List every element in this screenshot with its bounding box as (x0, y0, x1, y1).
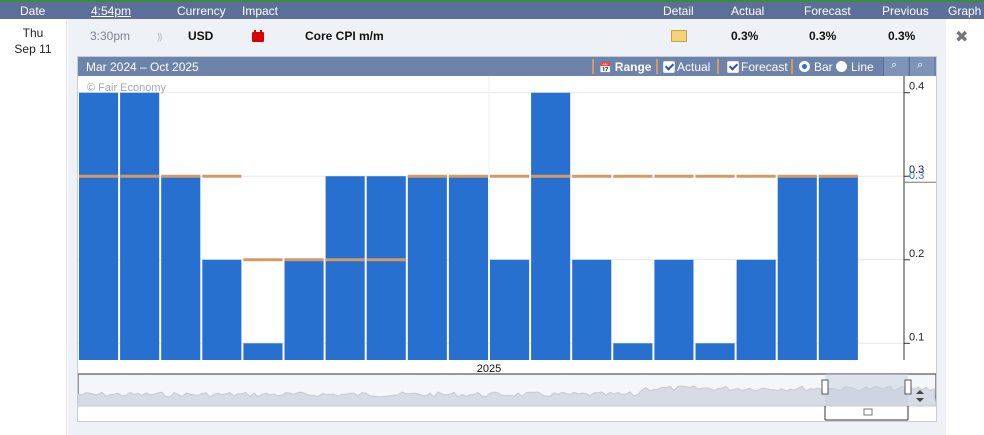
chart-panel: Mar 2024 – Oct 2025 📅 Range Actual Forec… (77, 56, 937, 422)
bar-actual (202, 259, 242, 360)
event-currency: USD (188, 29, 214, 43)
y-tick-label: 0.4 (909, 81, 924, 93)
y-tick-label: 0.1 (909, 331, 924, 343)
header-detail: Detail (663, 4, 694, 18)
bar-radio[interactable] (799, 61, 810, 72)
impact-high-icon (252, 30, 264, 42)
toolbar-divider (592, 59, 594, 74)
bar-actual (695, 343, 735, 360)
bar-actual (243, 343, 283, 360)
chart-watermark: © Fair Economy (87, 82, 167, 94)
current-value-label: 0.3 (909, 170, 924, 182)
bar-actual (572, 259, 612, 360)
bar-actual (654, 259, 694, 360)
calendar-header: Date 4:54pm Currency Impact Detail Actua… (0, 2, 984, 19)
line-radio-label[interactable]: Line (851, 60, 874, 74)
calendar-icon: 📅 (599, 63, 612, 74)
event-actual: 0.3% (731, 29, 759, 43)
event-previous: 0.3% (888, 29, 916, 43)
bar-actual (531, 92, 571, 361)
toolbar-divider (791, 59, 793, 74)
scrollbar-grip (863, 408, 873, 416)
header-current-time[interactable]: 4:54pm (91, 4, 131, 18)
line-radio[interactable] (836, 61, 847, 72)
forecast-checkbox[interactable] (727, 61, 739, 73)
chart-range-title: Mar 2024 – Oct 2025 (86, 60, 199, 74)
header-impact: Impact (242, 4, 279, 18)
header-forecast: Forecast (804, 4, 851, 18)
detail-folder-icon[interactable] (671, 30, 687, 42)
close-graph-icon[interactable]: ✖ (955, 27, 968, 47)
bar-actual (284, 259, 324, 360)
toolbar-divider (656, 59, 658, 74)
bar-actual (736, 259, 776, 360)
y-tick-label: 0.2 (909, 248, 924, 260)
navigator-left-handle (821, 379, 829, 395)
range-button-label: Range (614, 60, 652, 74)
header-currency: Currency (177, 4, 226, 18)
bar-actual (366, 176, 406, 360)
date-cell: Thu Sep 11 (0, 19, 67, 435)
header-actual: Actual (731, 4, 765, 18)
header-previous: Previous (882, 4, 929, 18)
header-graph: Graph (948, 4, 982, 18)
event-forecast: 0.3% (809, 29, 837, 43)
bar-actual (818, 176, 858, 360)
zoom-out-icon: ⌕ (917, 59, 924, 71)
zoom-in-icon: ⌕ (891, 59, 898, 71)
bar-actual (407, 176, 447, 360)
bar-actual (448, 176, 488, 360)
x-axis-label: 2025 (477, 363, 501, 375)
event-date: Sep 11 (14, 42, 52, 56)
chart-toolbar: Mar 2024 – Oct 2025 📅 Range Actual Forec… (78, 57, 936, 76)
event-title[interactable]: Core CPI m/m (305, 29, 384, 43)
bar-actual (777, 176, 817, 360)
navigator-selection (825, 374, 908, 406)
event-day: Thu (22, 26, 44, 40)
chart-svg: 0.40.30.20.10.32025 (78, 76, 936, 421)
bar-radio-label[interactable]: Bar (814, 60, 833, 74)
bar-actual (79, 92, 119, 361)
bar-actual (490, 259, 530, 360)
zoom-in-button[interactable]: ⌕ (883, 57, 908, 76)
navigator-right-handle (904, 379, 912, 395)
bar-actual (120, 92, 160, 361)
range-button[interactable]: 📅 Range (599, 60, 651, 74)
toolbar-divider (717, 59, 719, 74)
bar-actual (161, 176, 201, 360)
actual-checkbox[interactable] (663, 61, 675, 73)
forecast-checkbox-label[interactable]: Forecast (741, 60, 788, 74)
zoom-out-button[interactable]: ⌕ (909, 57, 934, 76)
bar-actual (325, 176, 365, 360)
actual-checkbox-label[interactable]: Actual (677, 60, 710, 74)
event-time: 3:30pm (90, 29, 131, 43)
sound-icon[interactable]: ⸩ (157, 29, 162, 43)
chart-plot-area: 0.4 0.3 0.2 0.1 0.3 2025 © Fair Economy (78, 76, 936, 421)
bar-actual (613, 343, 653, 360)
header-date: Date (20, 4, 46, 18)
